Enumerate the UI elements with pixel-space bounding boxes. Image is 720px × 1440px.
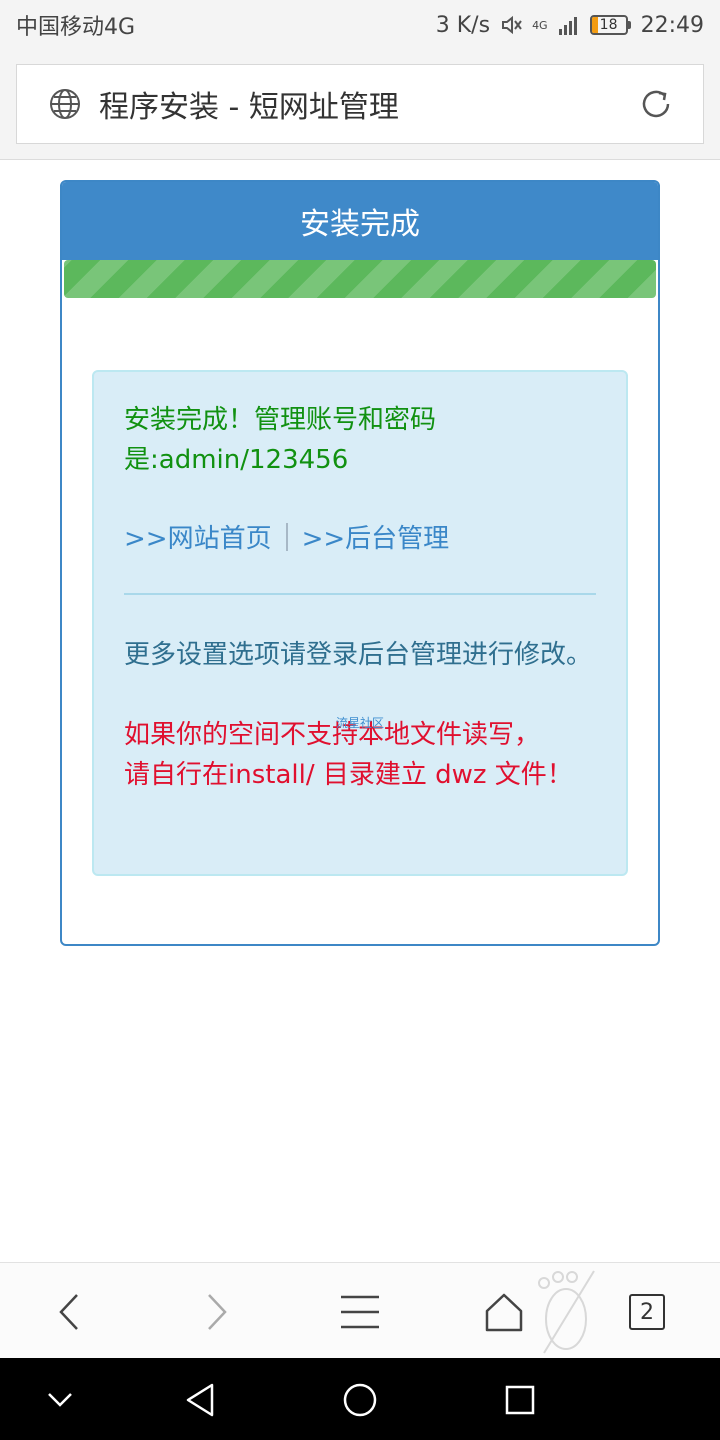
mute-icon (502, 15, 522, 35)
globe-icon (50, 89, 80, 119)
link-separator (285, 522, 288, 551)
tabs-button[interactable]: 2 (622, 1287, 672, 1337)
success-message: 安装完成！管理账号和密码 是:admin/123456 (124, 400, 596, 480)
collapse-button[interactable] (38, 1378, 82, 1422)
forward-icon (208, 1294, 227, 1330)
browser-header: 程序安装 - 短网址管理 (0, 50, 720, 160)
home-circle-icon (343, 1383, 377, 1417)
success-line-1: 安装完成！管理账号和密码 (124, 405, 437, 435)
battery-level: 18 (599, 17, 618, 33)
home-button[interactable] (479, 1287, 529, 1337)
network-type: 4G (532, 18, 548, 32)
menu-button[interactable] (335, 1287, 385, 1337)
watermark: 流星社区 (336, 716, 385, 730)
install-panel: 安装完成 安装完成！管理账号和密码 是:admin/123456 >>网站首页 … (60, 180, 660, 946)
signal-icon (558, 17, 577, 35)
warning-line-2: 请自行在install/ 目录建立 dwz 文件！ (124, 760, 573, 790)
recents-square-icon (505, 1385, 535, 1415)
success-line-2: 是:admin/123456 (124, 445, 349, 475)
page-title: 程序安装 - 短网址管理 (99, 90, 399, 125)
install-progress-bar (64, 260, 656, 298)
system-recents-button[interactable] (498, 1378, 542, 1422)
collapse-icon (48, 1393, 72, 1407)
battery-icon: 18 (589, 15, 631, 35)
info-message: 更多设置选项请登录后台管理进行修改。 (124, 640, 593, 670)
panel-heading: 安装完成 (62, 182, 658, 260)
admin-link[interactable]: >>后台管理 (302, 518, 450, 555)
home-link[interactable]: >>网站首页 (124, 518, 272, 555)
carrier-label: 中国移动4G (16, 15, 136, 40)
home-icon (485, 1293, 523, 1332)
back-button[interactable] (45, 1287, 95, 1337)
tabs-icon: 2 (629, 1294, 665, 1330)
back-icon (59, 1294, 78, 1330)
reload-icon[interactable] (637, 85, 675, 123)
back-triangle-icon (186, 1383, 214, 1417)
quick-links: >>网站首页 >>后台管理 (124, 518, 596, 555)
address-bar[interactable]: 程序安装 - 短网址管理 (16, 64, 704, 144)
result-alert: 安装完成！管理账号和密码 是:admin/123456 >>网站首页 >>后台管… (92, 370, 628, 876)
footprint-watermark-icon (538, 1270, 595, 1354)
clock: 22:49 (640, 12, 704, 38)
status-bar: 中国移动4G 3 K/s 4G 18 22:49 (0, 0, 720, 50)
system-home-button[interactable] (338, 1378, 382, 1422)
menu-icon (341, 1295, 379, 1329)
browser-toolbar: 2 (0, 1262, 720, 1358)
forward-button[interactable] (191, 1287, 241, 1337)
divider (124, 593, 596, 595)
network-speed: 3 K/s (435, 12, 491, 38)
system-back-button[interactable] (178, 1378, 222, 1422)
status-indicators: 3 K/s 4G 18 22:49 (436, 13, 704, 38)
system-navbar (0, 1358, 720, 1440)
